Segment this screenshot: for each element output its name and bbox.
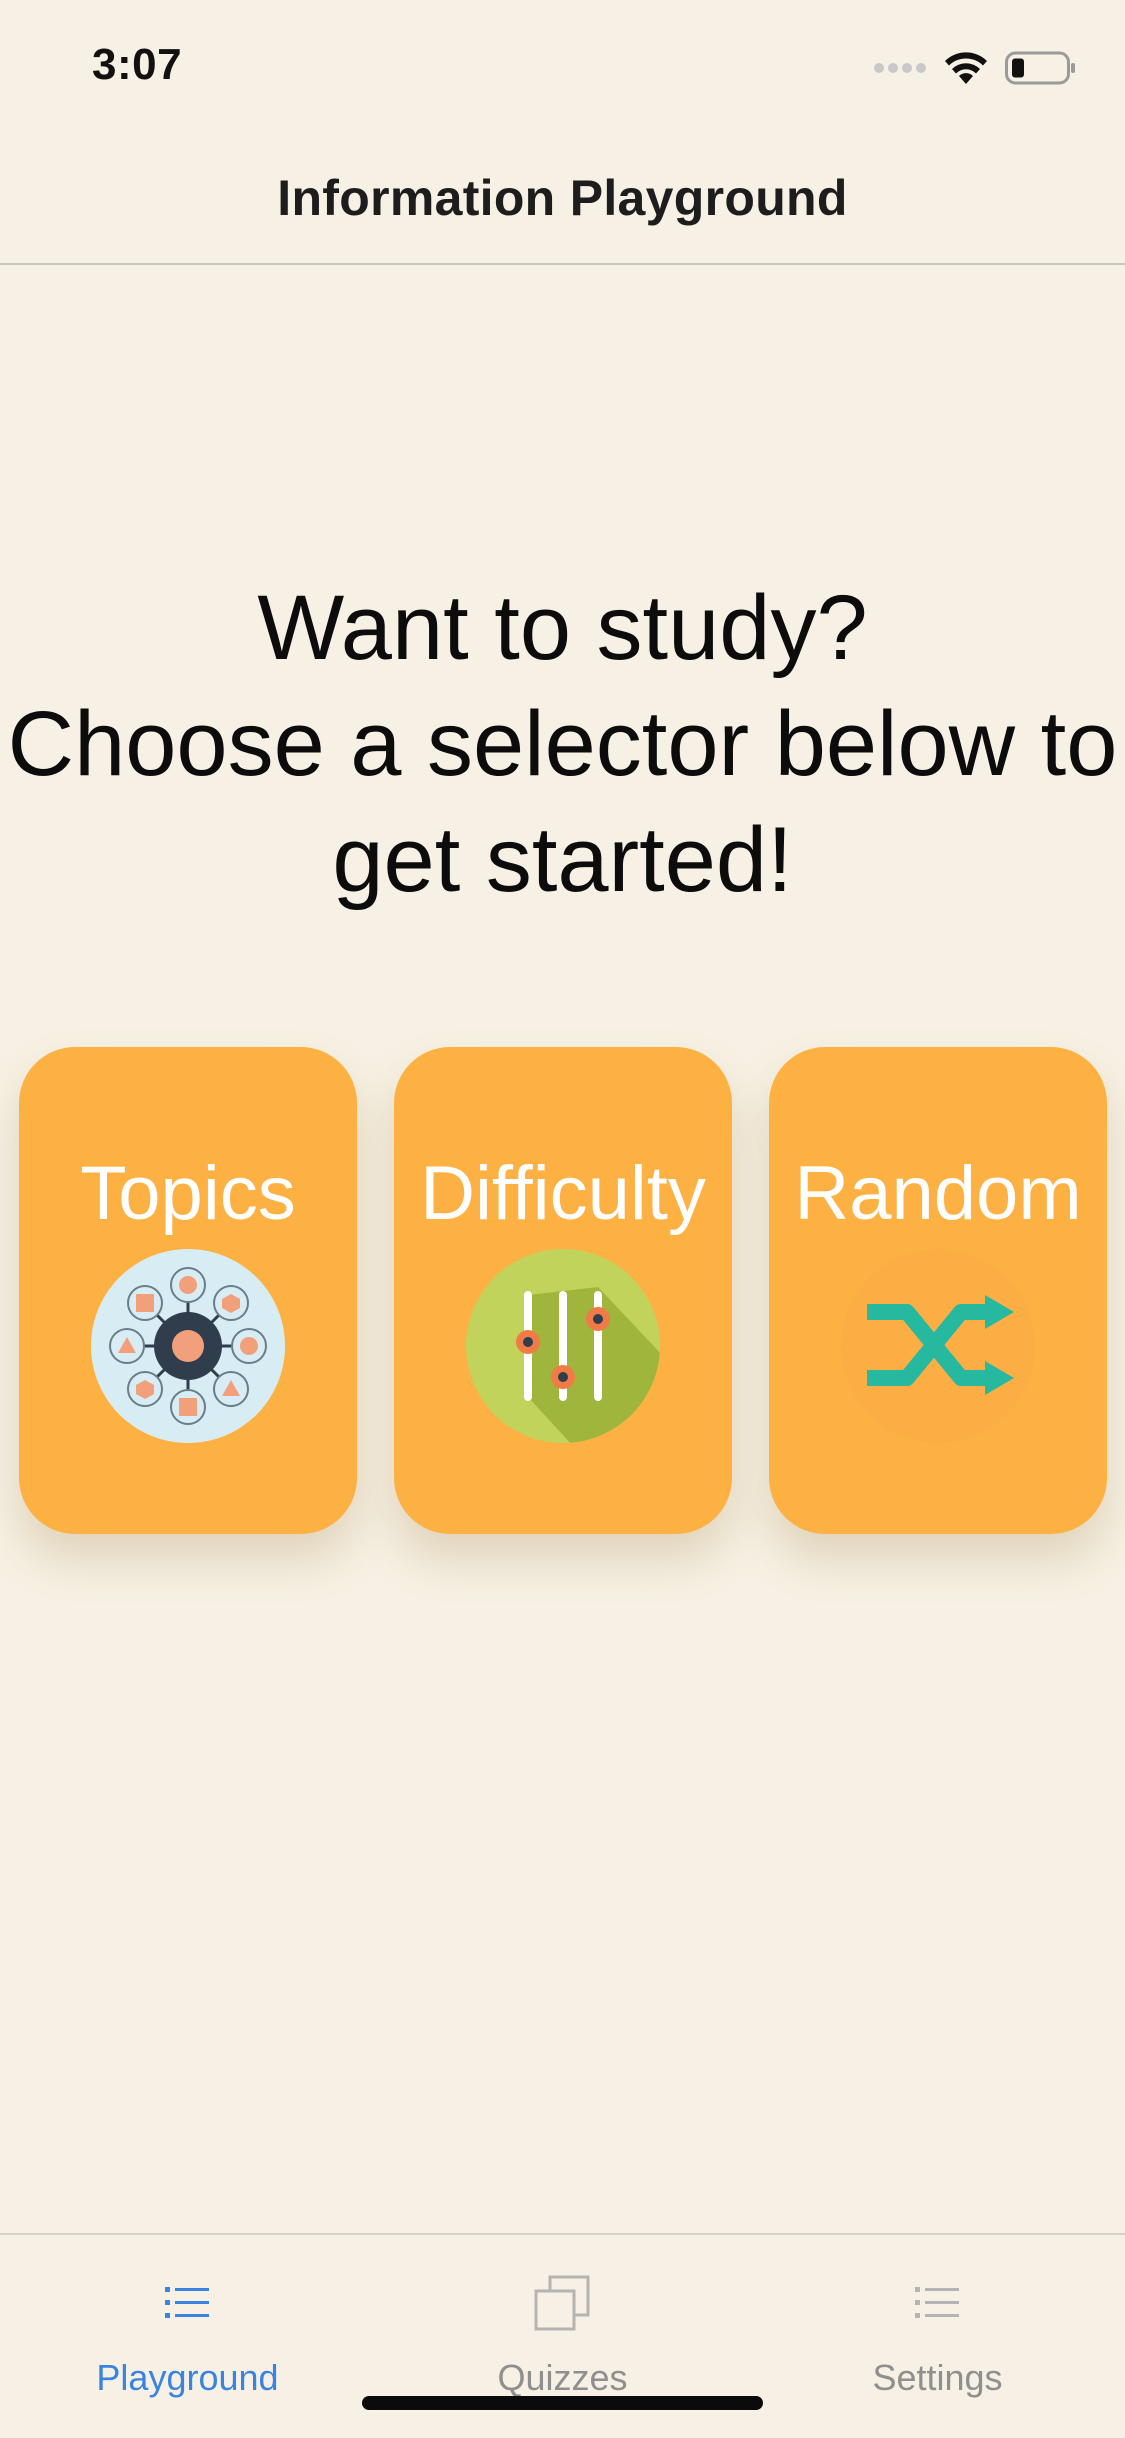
- status-time: 3:07: [92, 40, 183, 89]
- tab-playground[interactable]: Playground: [0, 2255, 375, 2415]
- status-bar: 3:07: [0, 0, 1125, 132]
- selector-cards: Topics Difficulty Random: [0, 1047, 1125, 1535]
- tab-settings[interactable]: Settings: [750, 2255, 1125, 2415]
- card-label-difficulty: Difficulty: [420, 1151, 706, 1236]
- card-label-topics: Topics: [80, 1151, 296, 1236]
- page-title: Information Playground: [277, 169, 848, 226]
- tab-label-quizzes: Quizzes: [497, 2357, 628, 2398]
- prompt-line-1: Want to study?: [257, 577, 868, 679]
- home-indicator[interactable]: [362, 2396, 763, 2410]
- difficulty-selector-card[interactable]: Difficulty: [394, 1047, 732, 1534]
- card-label-random: Random: [794, 1151, 1082, 1236]
- topics-network-icon: [89, 1247, 287, 1445]
- study-prompt: Want to study? Choose a selector below t…: [0, 570, 1125, 918]
- battery-icon: [1005, 51, 1077, 90]
- stacked-squares-icon: [532, 2273, 592, 2333]
- difficulty-sliders-icon: [464, 1247, 662, 1445]
- signal-icon: [873, 61, 927, 80]
- random-shuffle-icon: [839, 1247, 1037, 1445]
- list-icon: [157, 2273, 217, 2333]
- tab-label-playground: Playground: [96, 2357, 279, 2398]
- tab-label-settings: Settings: [872, 2357, 1003, 2398]
- tab-quizzes[interactable]: Quizzes: [375, 2255, 750, 2415]
- list-icon: [907, 2273, 967, 2333]
- prompt-line-2: Choose a selector below to: [7, 693, 1118, 795]
- navigation-bar: Information Playground: [0, 132, 1125, 265]
- wifi-icon: [943, 50, 989, 91]
- prompt-line-3: get started!: [332, 809, 793, 911]
- topics-selector-card[interactable]: Topics: [19, 1047, 357, 1534]
- status-icons: [873, 48, 1077, 92]
- random-selector-card[interactable]: Random: [769, 1047, 1107, 1534]
